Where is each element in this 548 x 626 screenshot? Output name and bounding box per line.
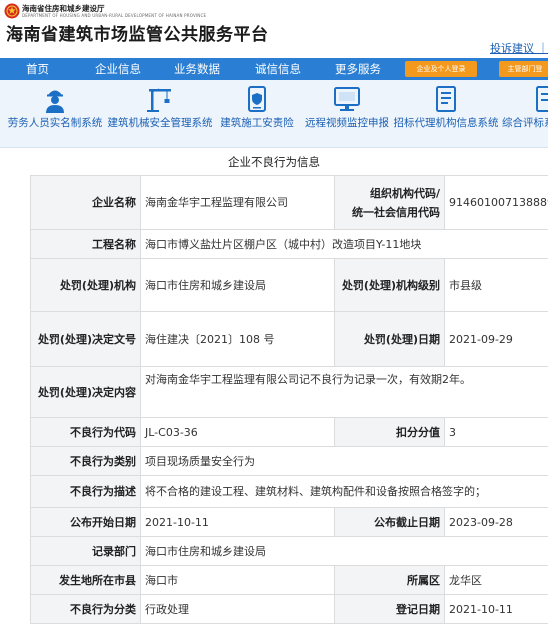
service-machinery-safety[interactable]: 建筑机械安全管理系统 [106,80,214,148]
admin-login-button[interactable]: 主管部门登 [499,61,548,77]
penalty-agency-label: 处罚(处理)机构 [30,258,141,312]
nav-business-data[interactable]: 业务数据 [174,58,220,80]
behavior-category-label: 不良行为类别 [30,446,141,476]
service-label: 劳务人员实名制系统 [7,117,103,129]
registration-date-value: 2021-10-11 [444,594,548,624]
decision-content-value: 对海南金华宇工程监理有限公司记不良行为记录一次，有效期2年。 [140,366,548,418]
document-icon [436,86,456,112]
behavior-class-label: 不良行为分类 [30,594,141,624]
district-value: 龙华区 [444,565,548,595]
registration-date-label: 登记日期 [334,594,445,624]
project-name-label: 工程名称 [30,229,141,259]
complaint-link[interactable]: 投诉建议 ｜ 于 [490,42,548,56]
service-label: 建筑机械安全管理系统 [107,117,213,129]
penalty-date-value: 2021-09-29 [444,311,548,367]
table-row: 不良行为描述 将不合格的建设工程、建筑材料、建筑构配件和设备按照合格签字的； [30,475,548,508]
main-nav: 首页 企业信息 业务数据 诚信信息 更多服务 企业及个人登录 主管部门登 [0,58,548,80]
service-label: 远程视频监控申报 [305,117,389,129]
behavior-code-label: 不良行为代码 [30,417,141,447]
table-row: 发生地所在市县 海口市 所属区 龙华区 [30,565,548,595]
nav-company-info[interactable]: 企业信息 [95,58,141,80]
nav-more-services[interactable]: 更多服务 [335,58,381,80]
evaluation-icon [536,86,548,112]
location-city-value: 海口市 [140,565,335,595]
org-code-value: 9146010071388896X0 [444,175,548,230]
page-title: 企业不良行为信息 [228,155,320,169]
bad-behavior-record-table: 企业名称 海南金华宇工程监理有限公司 组织机构代码/ 统一社会信用代码 9146… [30,175,548,624]
table-row: 处罚(处理)决定内容 对海南金华宇工程监理有限公司记不良行为记录一次，有效期2年… [30,366,548,418]
org-english-name: DEPARTMENT OF HOUSING AND URBAN-RURAL DE… [22,13,207,18]
publish-end-value: 2023-09-28 [444,507,548,537]
service-icon-bar: 劳务人员实名制系统 建筑机械安全管理系统 建筑施工安责险 远程视频监控申报 招标… [0,80,548,148]
table-row: 不良行为类别 项目现场质量安全行为 [30,446,548,476]
penalty-date-label: 处罚(处理)日期 [334,311,445,367]
penalty-agency-value: 海口市住房和城乡建设局 [140,258,335,312]
behavior-description-label: 不良行为描述 [30,475,141,508]
nav-home[interactable]: 首页 [26,58,49,80]
record-department-label: 记录部门 [30,536,141,566]
district-label: 所属区 [334,565,445,595]
table-row: 记录部门 海口市住房和城乡建设局 [30,536,548,566]
monitor-icon [334,87,360,111]
org-name: 海南省住房和城乡建设厅 [22,4,105,13]
service-video-monitoring[interactable]: 远程视频监控申报 [300,80,394,148]
project-name-value: 海口市博义盐灶片区棚户区（城中村）改造项目Y-11地块 [140,229,548,259]
service-safety-insurance[interactable]: 建筑施工安责险 [212,80,302,148]
agency-level-value: 市县级 [444,258,548,312]
company-login-button[interactable]: 企业及个人登录 [405,61,477,77]
deduction-score-label: 扣分分值 [334,417,445,447]
company-name-label: 企业名称 [30,175,141,230]
behavior-description-value: 将不合格的建设工程、建筑材料、建筑构配件和设备按照合格签字的； [140,475,548,508]
table-row: 处罚(处理)机构 海口市住房和城乡建设局 处罚(处理)机构级别 市县级 [30,258,548,312]
service-label: 综合评标系 [502,117,548,129]
agency-level-label: 处罚(处理)机构级别 [334,258,445,312]
table-row: 不良行为分类 行政处理 登记日期 2021-10-11 [30,594,548,624]
org-code-label-line2: 统一社会信用代码 [352,205,440,219]
service-label: 招标代理机构信息系统 [393,117,499,129]
service-bidding-agency[interactable]: 招标代理机构信息系统 [392,80,500,148]
service-comprehensive-evaluation[interactable]: 综合评标系 [498,80,548,148]
org-bar: 海南省住房和城乡建设厅 DEPARTMENT OF HOUSING AND UR… [0,0,548,22]
org-code-label-line1: 组织机构代码/ [369,186,440,200]
location-city-label: 发生地所在市县 [30,565,141,595]
nav-credit-info[interactable]: 诚信信息 [255,58,301,80]
publish-start-label: 公布开始日期 [30,507,141,537]
behavior-class-value: 行政处理 [140,594,335,624]
behavior-category-value: 项目现场质量安全行为 [140,446,548,476]
publish-end-label: 公布截止日期 [334,507,445,537]
deduction-score-value: 3 [444,417,548,447]
service-labor-realname[interactable]: 劳务人员实名制系统 [0,80,110,148]
table-row: 处罚(处理)决定文号 海住建决〔2021〕108 号 处罚(处理)日期 2021… [30,311,548,367]
publish-start-value: 2021-10-11 [140,507,335,537]
company-name-value: 海南金华宇工程监理有限公司 [140,175,335,230]
decision-number-label: 处罚(处理)决定文号 [30,311,141,367]
worker-icon [46,90,64,113]
table-row: 工程名称 海口市博义盐灶片区棚户区（城中村）改造项目Y-11地块 [30,229,548,259]
national-emblem-icon [4,3,20,19]
decision-number-value: 海住建决〔2021〕108 号 [140,311,335,367]
site-title: 海南省建筑市场监管公共服务平台 [6,25,269,45]
org-code-label: 组织机构代码/ 统一社会信用代码 [334,175,445,230]
table-row: 公布开始日期 2021-10-11 公布截止日期 2023-09-28 [30,507,548,537]
insurance-icon [248,86,266,112]
decision-content-label: 处罚(处理)决定内容 [30,366,141,418]
record-department-value: 海口市住房和城乡建设局 [140,536,548,566]
table-row: 企业名称 海南金华宇工程监理有限公司 组织机构代码/ 统一社会信用代码 9146… [30,175,548,230]
table-row: 不良行为代码 JL-C03-36 扣分分值 3 [30,417,548,447]
crane-icon [147,88,171,112]
behavior-code-value: JL-C03-36 [140,417,335,447]
